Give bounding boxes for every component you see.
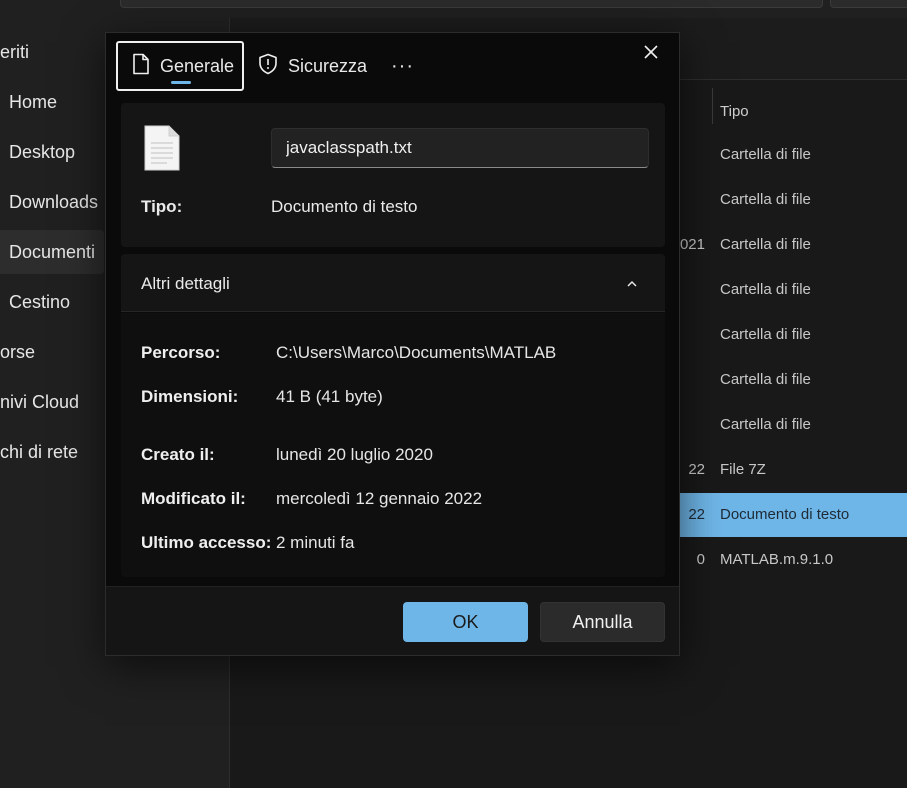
chevron-up-icon bbox=[626, 276, 638, 294]
text-file-icon bbox=[143, 125, 181, 176]
close-icon bbox=[643, 44, 659, 65]
tab-selected-indicator bbox=[171, 81, 191, 84]
sidebar-item-cestino[interactable]: Cestino bbox=[0, 280, 104, 324]
sidebar-item-downloads[interactable]: Downloads bbox=[0, 180, 104, 224]
file-name-field[interactable] bbox=[271, 128, 649, 168]
address-bar-area bbox=[0, 0, 907, 18]
sidebar-item-label: Documenti bbox=[9, 242, 96, 262]
details-title: Altri dettagli bbox=[141, 274, 230, 293]
tab-label: Generale bbox=[160, 55, 235, 76]
sidebar-item-preferiti[interactable]: eriti bbox=[0, 30, 104, 74]
type-value: Documento di testo bbox=[271, 197, 418, 216]
file-summary-card: Tipo: Documento di testo bbox=[121, 103, 665, 247]
tab-sicurezza[interactable]: Sicurezza bbox=[258, 41, 367, 91]
size-value: 41 B (41 byte) bbox=[276, 387, 383, 406]
address-bar[interactable] bbox=[120, 0, 823, 8]
file-type: Documento di testo bbox=[720, 506, 850, 523]
sidebar-item-dischi-di-rete[interactable]: chi di rete bbox=[0, 430, 104, 474]
properties-dialog: Generale Sicurezza ··· Tipo: bbox=[105, 32, 680, 656]
ok-button[interactable]: OK bbox=[403, 602, 528, 642]
tab-generale[interactable]: Generale bbox=[116, 41, 244, 91]
sidebar-item-label: Cestino bbox=[9, 292, 71, 312]
file-type: Cartella di file bbox=[720, 281, 811, 298]
accessed-value: 2 minuti fa bbox=[276, 533, 355, 552]
file-type: Cartella di file bbox=[720, 191, 811, 208]
sidebar-item-label: eriti bbox=[0, 42, 30, 62]
file-type: Cartella di file bbox=[720, 326, 811, 343]
path-value: C:\Users\Marco\Documents\MATLAB bbox=[276, 343, 557, 362]
accessed-label: Ultimo accesso: bbox=[141, 533, 272, 552]
file-type: MATLAB.m.9.1.0 bbox=[720, 551, 834, 568]
details-expander[interactable]: Altri dettagli bbox=[121, 254, 665, 312]
sidebar-item-risorse[interactable]: orse bbox=[0, 330, 104, 374]
path-label: Percorso: bbox=[141, 343, 221, 362]
created-value: lunedì 20 luglio 2020 bbox=[276, 445, 433, 464]
shield-icon bbox=[258, 53, 278, 80]
modified-value: mercoledì 12 gennaio 2022 bbox=[276, 489, 483, 508]
cancel-button[interactable]: Annulla bbox=[540, 602, 665, 642]
dialog-footer: OK Annulla bbox=[106, 586, 679, 655]
file-type: Cartella di file bbox=[720, 416, 811, 433]
sidebar-item-label: chi di rete bbox=[0, 442, 79, 462]
file-type: Cartella di file bbox=[720, 236, 811, 253]
details-panel: Percorso: C:\Users\Marco\Documents\MATLA… bbox=[121, 313, 665, 577]
close-button[interactable] bbox=[636, 39, 666, 69]
sidebar-item-label: nivi Cloud bbox=[0, 392, 80, 412]
search-box[interactable] bbox=[830, 0, 907, 8]
file-type: Cartella di file bbox=[720, 146, 811, 163]
sidebar-item-documenti[interactable]: Documenti bbox=[0, 230, 104, 274]
column-separator[interactable] bbox=[712, 88, 713, 124]
size-label: Dimensioni: bbox=[141, 387, 239, 406]
modified-label: Modificato il: bbox=[141, 489, 246, 508]
file-type: Cartella di file bbox=[720, 371, 811, 388]
more-tabs-button[interactable]: ··· bbox=[391, 41, 414, 91]
sidebar-item-home[interactable]: Home bbox=[0, 80, 104, 124]
sidebar-item-label: Desktop bbox=[9, 142, 76, 162]
type-label: Tipo: bbox=[141, 197, 183, 216]
sidebar-item-label: Downloads bbox=[9, 192, 99, 212]
file-type: File 7Z bbox=[720, 461, 766, 478]
sidebar-item-label: orse bbox=[0, 342, 36, 362]
more-icon: ··· bbox=[391, 54, 414, 77]
document-icon bbox=[132, 53, 150, 80]
sidebar-item-archivi-cloud[interactable]: nivi Cloud bbox=[0, 380, 104, 424]
tab-label: Sicurezza bbox=[288, 55, 368, 76]
sidebar-item-desktop[interactable]: Desktop bbox=[0, 130, 104, 174]
sidebar-item-label: Home bbox=[9, 92, 58, 112]
created-label: Creato il: bbox=[141, 445, 215, 464]
column-header-type[interactable]: Tipo bbox=[720, 103, 749, 120]
